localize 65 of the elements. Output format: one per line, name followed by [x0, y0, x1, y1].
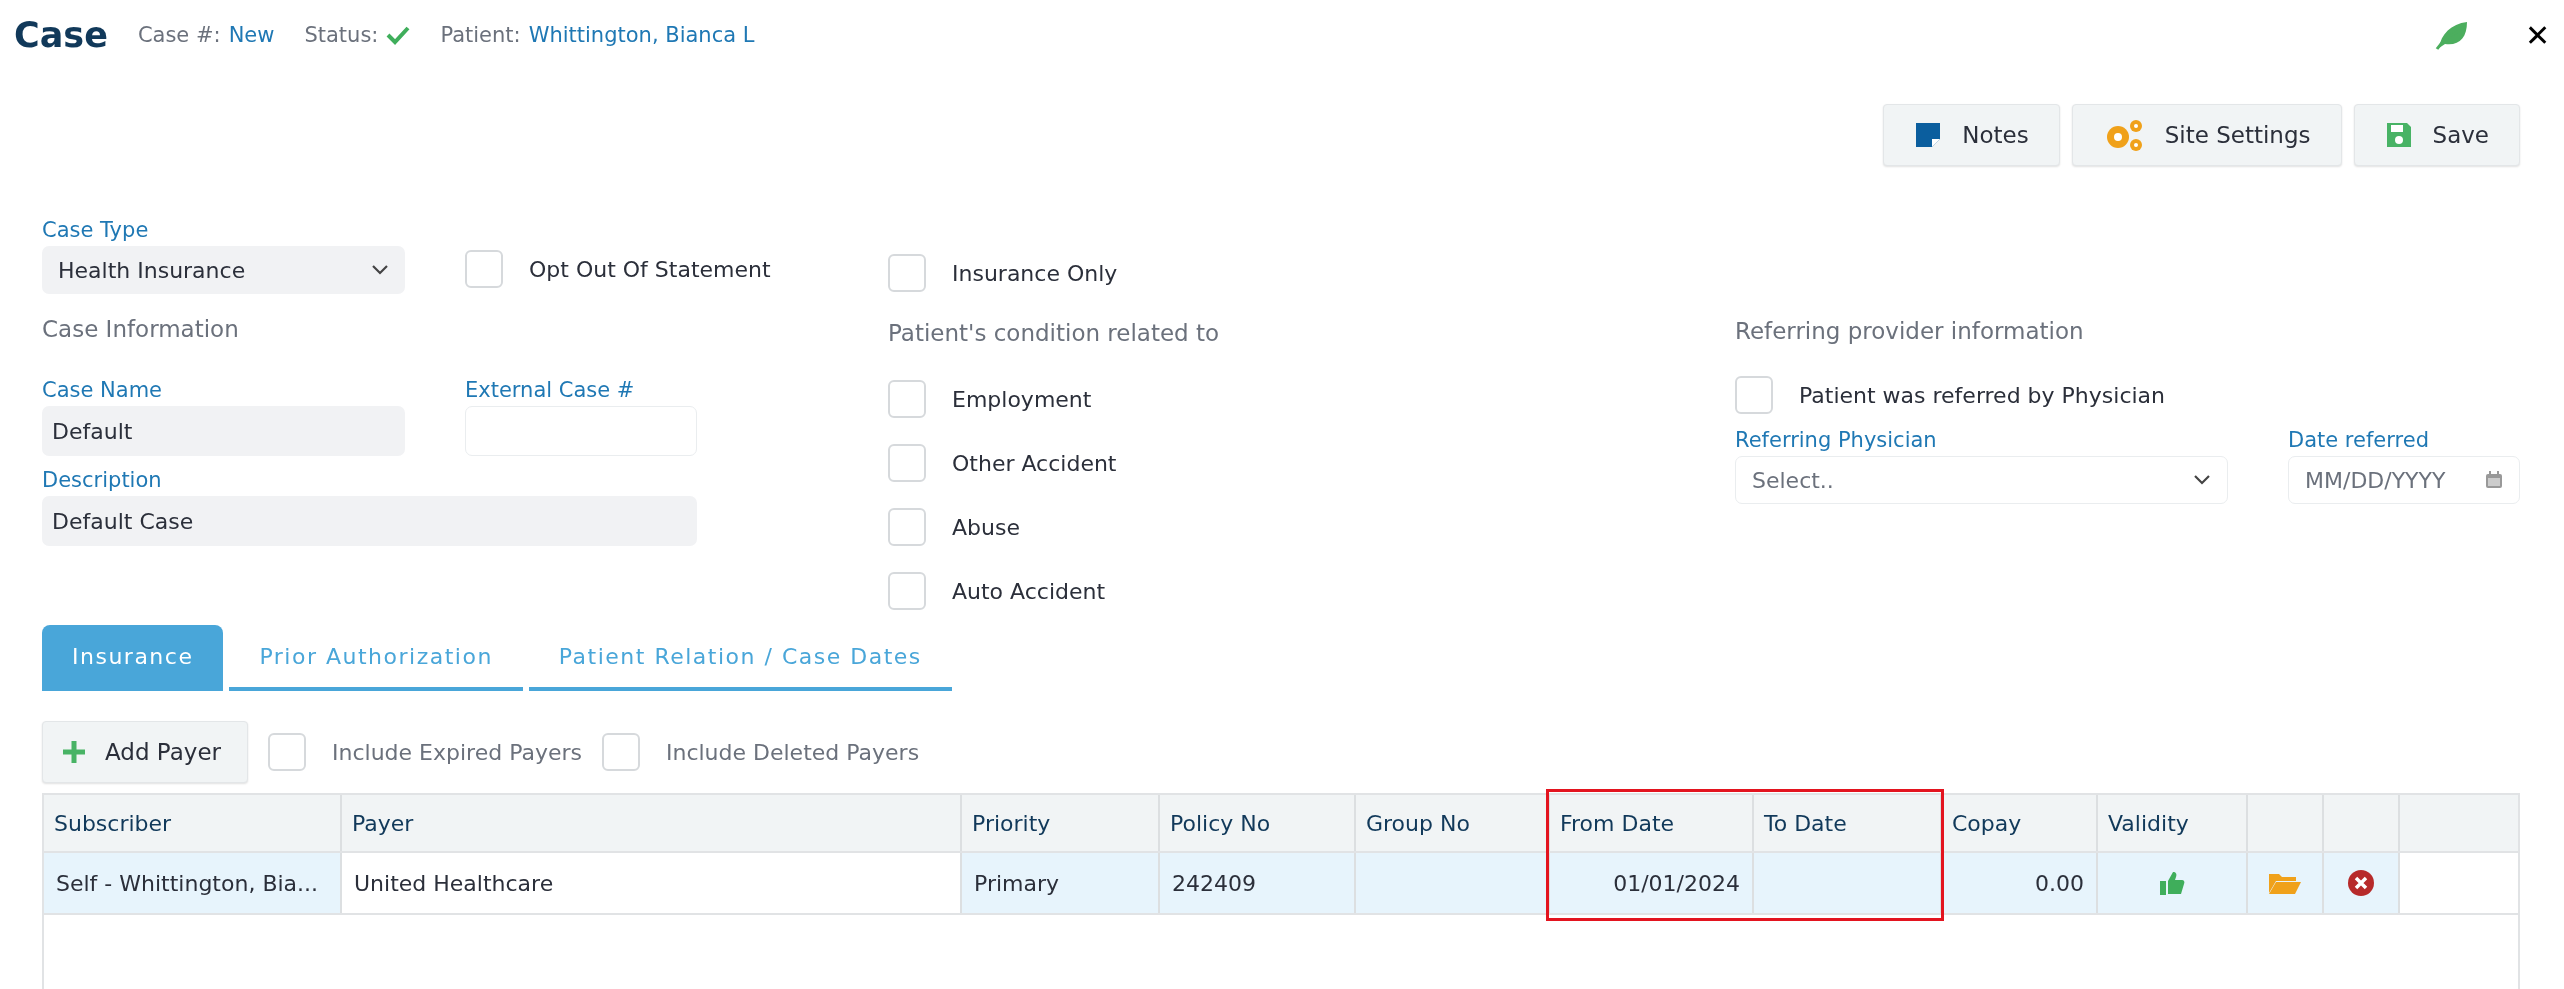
- date-referred-field[interactable]: MM/DD/YYYY: [2288, 456, 2520, 504]
- save-button[interactable]: Save: [2353, 104, 2520, 166]
- folder-icon[interactable]: [2268, 871, 2302, 895]
- checkbox[interactable]: [465, 250, 503, 288]
- checkbox-label: Include Expired Payers: [332, 739, 582, 765]
- checkbox-label: Insurance Only: [952, 260, 1118, 286]
- column-header: Copay: [1942, 795, 2098, 851]
- add-payer-button[interactable]: Add Payer: [42, 721, 248, 783]
- plus-icon: [61, 739, 87, 765]
- checkbox-label: Opt Out Of Statement: [529, 256, 771, 282]
- column-header: Validity: [2098, 795, 2248, 851]
- table-cell: 0.00: [1942, 853, 2098, 913]
- checkbox-label: Abuse: [952, 514, 1020, 540]
- column-header: To Date: [1754, 795, 1942, 851]
- leaf-icon: [2435, 20, 2469, 50]
- field-label: Case Name: [42, 378, 164, 402]
- chevron-down-icon: [2193, 474, 2211, 486]
- checkbox[interactable]: [888, 572, 926, 610]
- case-number-label: Case #:: [137, 23, 221, 47]
- field-label: Date referred: [2288, 428, 2430, 452]
- patient-label: Patient:: [440, 23, 521, 47]
- column-header: Subscriber: [44, 795, 342, 851]
- patient-name[interactable]: Whittington, Bianca L: [528, 23, 755, 47]
- checkbox[interactable]: [888, 508, 926, 546]
- field-label: External Case #: [465, 378, 636, 402]
- column-header: Policy No: [1160, 795, 1356, 851]
- case-name-field[interactable]: Default: [42, 406, 405, 456]
- close-button[interactable]: ✕: [2525, 17, 2550, 53]
- checkbox-label: Employment: [952, 386, 1092, 412]
- table-cell: Primary: [962, 853, 1160, 913]
- checkbox[interactable]: [268, 733, 306, 771]
- checkbox[interactable]: [1735, 376, 1773, 414]
- section-heading: Patient's condition related to: [888, 320, 1220, 346]
- section-heading: Referring provider information: [1735, 318, 2084, 344]
- note-icon: [1914, 121, 1943, 149]
- table-cell: 01/01/2024: [1550, 853, 1754, 913]
- field-label: Case Type: [42, 218, 150, 242]
- checkbox[interactable]: [888, 444, 926, 482]
- checkbox-label: Other Accident: [952, 450, 1117, 476]
- section-heading: Case Information: [42, 316, 239, 342]
- table-cell: Self - Whittington, Bia...: [44, 853, 342, 913]
- checkbox-label: Auto Accident: [952, 578, 1106, 604]
- field-label: Description: [42, 468, 163, 492]
- checkbox[interactable]: [888, 380, 926, 418]
- status-label: Status:: [304, 23, 379, 47]
- settings-button[interactable]: Site Settings: [2071, 104, 2342, 166]
- checkbox[interactable]: [888, 254, 926, 292]
- field-label: Referring Physician: [1735, 428, 1938, 452]
- column-header: Priority: [962, 795, 1160, 851]
- checkbox-label: Include Deleted Payers: [665, 739, 920, 765]
- chevron-down-icon: [371, 264, 389, 276]
- column-header: Group No: [1356, 795, 1550, 851]
- case-type-select[interactable]: Health Insurance: [42, 246, 405, 294]
- checkbox-label: Patient was referred by Physician: [1799, 382, 2166, 408]
- calendar-icon: [2485, 471, 2503, 489]
- description-field[interactable]: Default Case: [42, 496, 697, 546]
- column-header: From Date: [1550, 795, 1754, 851]
- referring-physician-select[interactable]: Select..: [1735, 456, 2228, 504]
- checkbox[interactable]: [601, 733, 640, 771]
- notes-button[interactable]: Notes: [1883, 104, 2060, 166]
- case-number-value: New: [228, 23, 275, 47]
- table-cell: 242409: [1160, 853, 1356, 913]
- page-title: Case: [14, 15, 108, 55]
- column-header: Payer: [342, 795, 962, 851]
- delete-icon[interactable]: [2347, 869, 2375, 897]
